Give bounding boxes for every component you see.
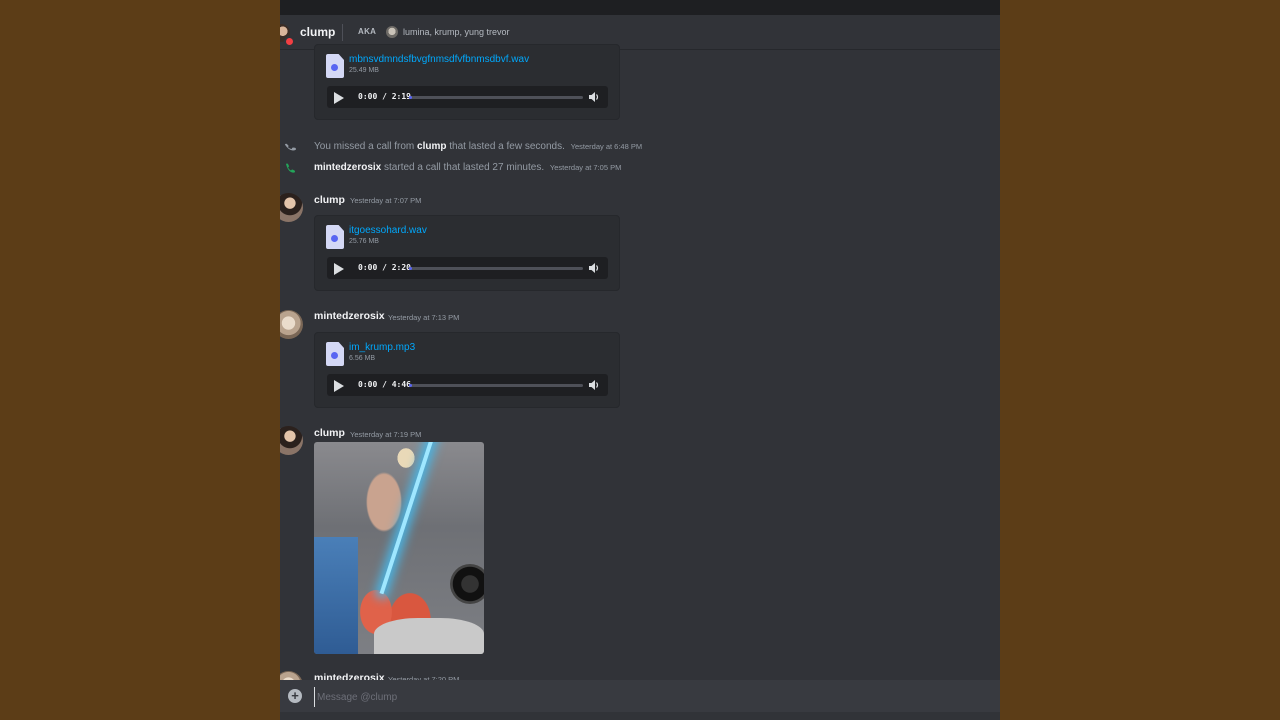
missed-call-prefix: You missed a call from <box>314 141 418 152</box>
file-size: 25.76 MB <box>349 238 379 245</box>
started-call-text: mintedzerosix started a call that lasted… <box>314 162 621 173</box>
audio-progress-fill <box>409 384 413 387</box>
avatar[interactable] <box>280 426 303 455</box>
missed-call-timestamp: Yesterday at 6:48 PM <box>570 142 643 151</box>
status-dnd-icon <box>284 36 295 47</box>
started-call-desc: started a call that lasted 27 minutes. <box>381 162 545 173</box>
file-name-link[interactable]: mbnsvdmndsfbvgfnmsdfvfbnmsdbvf.wav <box>349 54 529 65</box>
audio-player: 0:00 / 2:19 <box>327 86 608 108</box>
avatar[interactable] <box>280 310 303 339</box>
image-detail <box>450 564 484 604</box>
audio-player: 0:00 / 2:20 <box>327 257 608 279</box>
play-icon[interactable] <box>334 263 344 275</box>
message-author[interactable]: mintedzerosix <box>314 310 385 322</box>
missed-call-text: You missed a call from clump that lasted… <box>314 141 642 152</box>
missed-call-suffix: that lasted a few seconds. <box>446 141 565 152</box>
message-composer: + <box>280 680 1000 712</box>
message-timestamp: Yesterday at 7:07 PM <box>350 196 422 205</box>
dm-window: clump AKA lumina, krump, yung trevor mbn… <box>280 0 1000 720</box>
volume-icon[interactable] <box>588 91 600 103</box>
started-call-timestamp: Yesterday at 7:05 PM <box>549 163 622 172</box>
message-author[interactable]: clump <box>314 194 345 206</box>
aka-label: AKA <box>358 27 377 36</box>
image-detail <box>379 442 436 595</box>
audio-progress-track[interactable] <box>409 267 583 270</box>
message-author[interactable]: clump <box>314 427 345 439</box>
audio-attachment: itgoessohard.wav 25.76 MB 0:00 / 2:20 <box>314 215 620 291</box>
play-icon[interactable] <box>334 380 344 392</box>
play-icon[interactable] <box>334 92 344 104</box>
volume-icon[interactable] <box>588 379 600 391</box>
file-audio-icon <box>326 342 344 366</box>
audio-progress-track[interactable] <box>409 96 583 99</box>
image-detail <box>374 618 484 654</box>
message-timestamp: Yesterday at 7:13 PM <box>388 313 460 322</box>
message-input[interactable] <box>314 687 979 707</box>
image-detail <box>314 537 358 654</box>
message-timestamp: Yesterday at 7:19 PM <box>350 430 422 439</box>
missed-call-user[interactable]: clump <box>417 141 446 152</box>
audio-progress-track[interactable] <box>409 384 583 387</box>
phone-icon <box>286 163 295 173</box>
started-call-user[interactable]: mintedzerosix <box>314 162 381 173</box>
audio-progress-fill <box>409 96 413 99</box>
file-size: 6.56 MB <box>349 355 376 362</box>
audio-time: 0:00 / 2:20 <box>358 263 411 272</box>
file-audio-icon <box>326 54 344 78</box>
title-strip <box>280 0 1000 15</box>
audio-player: 0:00 / 4:46 <box>327 374 608 396</box>
aka-names: lumina, krump, yung trevor <box>403 27 510 37</box>
audio-attachment: im_krump.mp3 6.56 MB 0:00 / 4:46 <box>314 332 620 408</box>
audio-attachment: mbnsvdmndsfbvgfnmsdfvfbnmsdbvf.wav 25.49… <box>314 44 620 120</box>
audio-progress-fill <box>409 267 413 270</box>
file-size: 25.49 MB <box>349 67 379 74</box>
header-username[interactable]: clump <box>300 25 335 39</box>
volume-icon[interactable] <box>588 262 600 274</box>
header-divider <box>342 24 343 41</box>
audio-time: 0:00 / 2:19 <box>358 92 411 101</box>
audio-time: 0:00 / 4:46 <box>358 380 411 389</box>
file-name-link[interactable]: itgoessohard.wav <box>349 225 427 236</box>
aka-avatar-icon <box>386 26 398 38</box>
add-icon[interactable]: + <box>288 689 302 703</box>
phone-missed-icon <box>284 143 296 151</box>
file-audio-icon <box>326 225 344 249</box>
file-name-link[interactable]: im_krump.mp3 <box>349 342 415 353</box>
avatar[interactable] <box>280 193 303 222</box>
image-attachment[interactable] <box>314 442 484 654</box>
